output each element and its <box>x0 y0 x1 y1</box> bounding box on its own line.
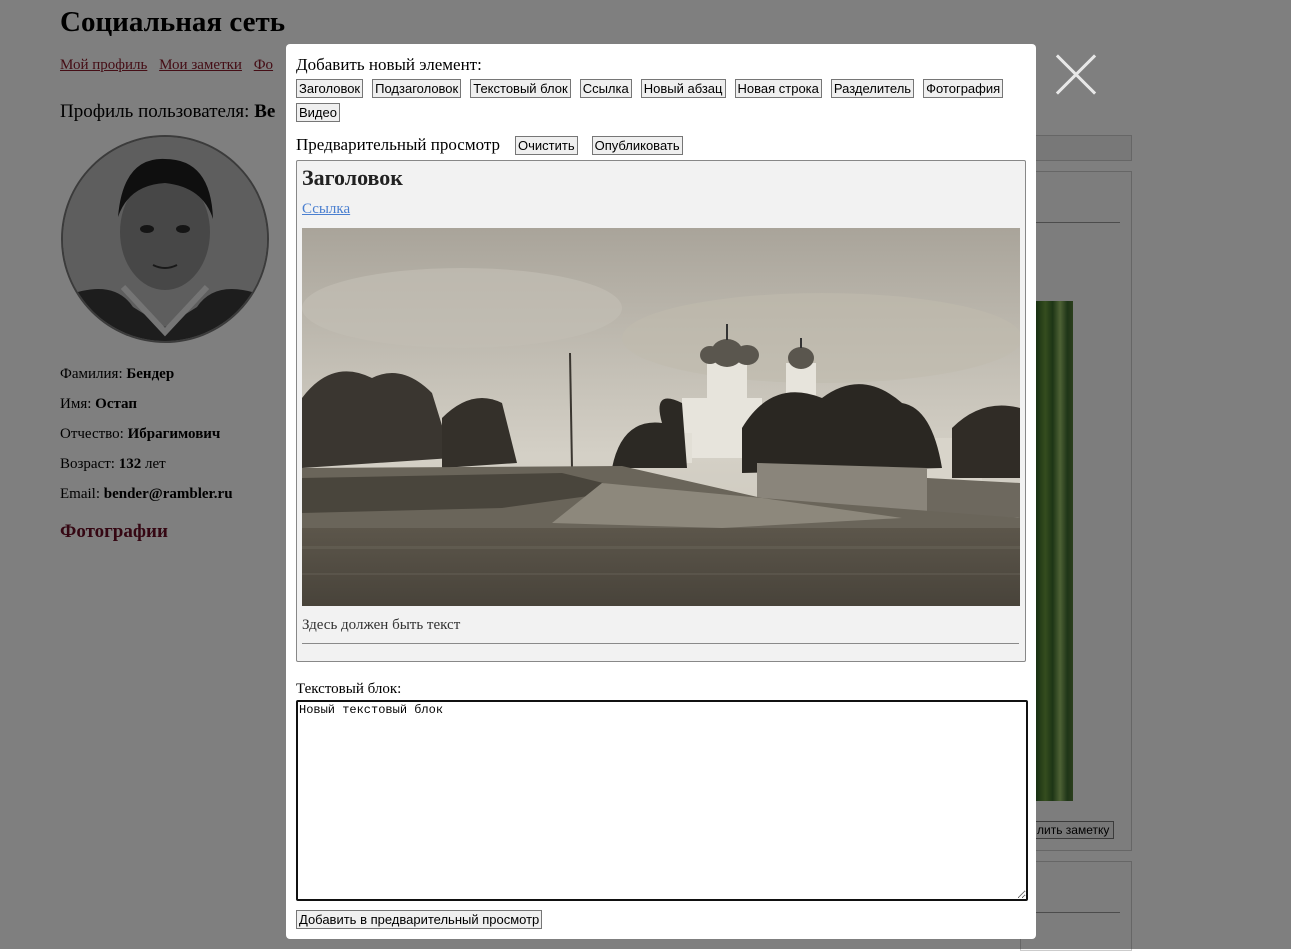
add-photo-button[interactable]: Фотография <box>923 79 1004 98</box>
preview-divider <box>302 643 1019 644</box>
add-video-button[interactable]: Видео <box>296 103 340 122</box>
preview-text: Здесь должен быть текст <box>302 617 461 633</box>
preview-label: Предварительный просмотр <box>296 135 501 154</box>
close-icon[interactable] <box>1054 52 1098 96</box>
preview-heading: Заголовок <box>302 165 403 190</box>
publish-button[interactable]: Опубликовать <box>591 135 683 155</box>
element-toolbar: Заголовок Подзаголовок Текстовый блок Сс… <box>296 79 1026 122</box>
add-newline-button[interactable]: Новая строка <box>734 79 822 98</box>
add-paragraph-button[interactable]: Новый абзац <box>640 79 726 98</box>
clear-button[interactable]: Очистить <box>515 135 578 155</box>
editor-modal: Добавить новый элемент: Заголовок Подзаг… <box>286 44 1036 939</box>
textblock-label: Текстовый блок: <box>296 681 402 697</box>
add-subheading-button[interactable]: Подзаголовок <box>372 79 462 98</box>
add-heading-button[interactable]: Заголовок <box>296 79 364 98</box>
add-textblock-button[interactable]: Текстовый блок <box>470 79 571 98</box>
add-divider-button[interactable]: Разделитель <box>830 79 915 98</box>
preview-box: Заголовок Ссылка Здесь должен быть текст <box>296 160 1026 662</box>
add-element-label: Добавить новый элемент: <box>296 55 482 74</box>
preview-photo <box>302 228 1022 606</box>
preview-link[interactable]: Ссылка <box>302 201 350 218</box>
textblock-input[interactable]: Новый текстовый блок <box>296 700 1028 901</box>
preview-controls: Предварительный просмотр Очистить Опубли… <box>296 135 697 155</box>
add-link-button[interactable]: Ссылка <box>579 79 632 98</box>
add-to-preview-button[interactable]: Добавить в предварительный просмотр <box>296 910 543 929</box>
